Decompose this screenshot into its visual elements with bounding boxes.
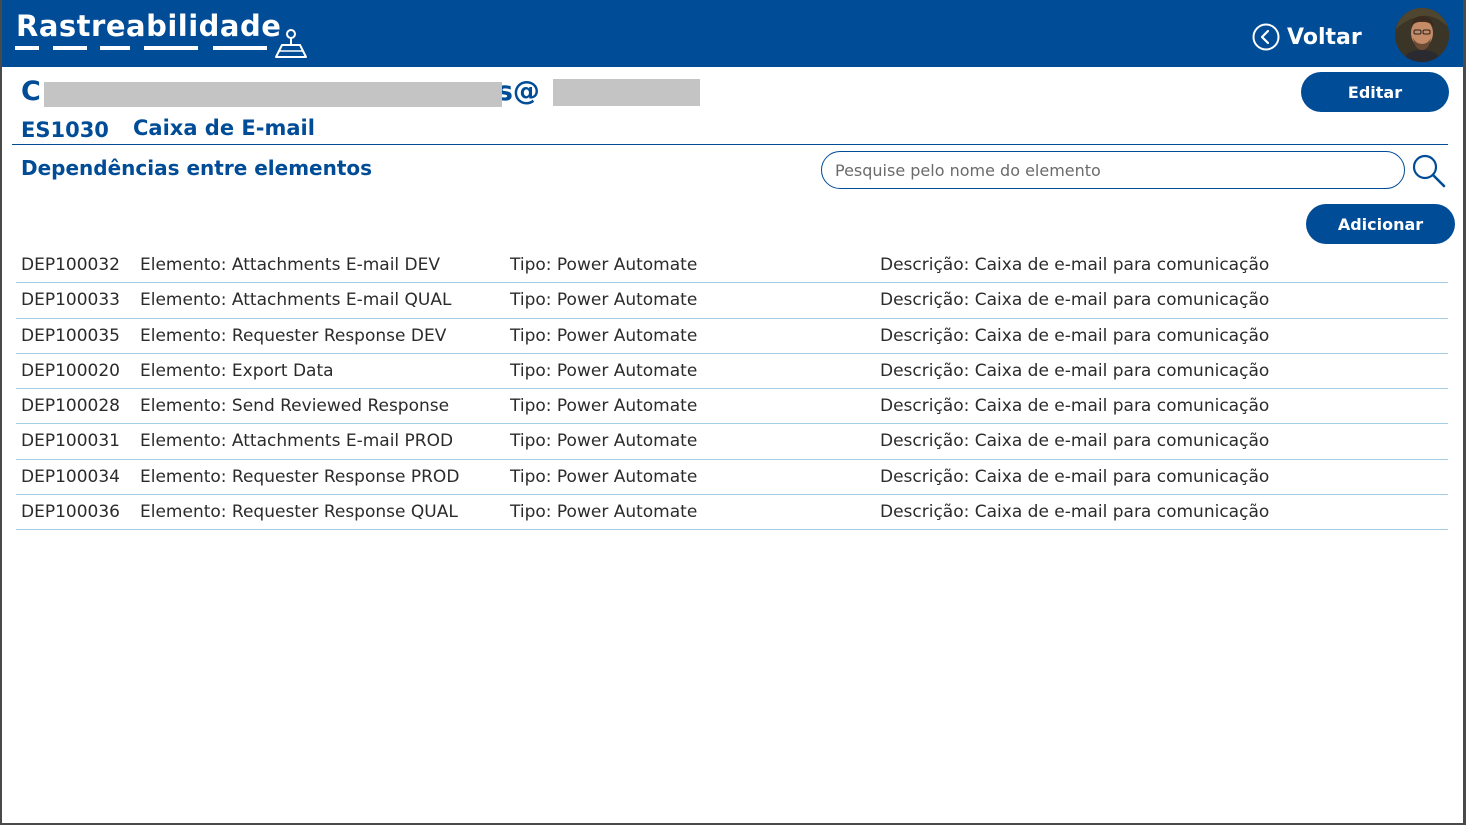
email-title-start: C (21, 76, 41, 107)
dependency-description: Descrição: Caixa de e-mail para comunica… (880, 431, 1270, 452)
email-title-mid: s@ (496, 76, 540, 107)
redacted-block (553, 79, 700, 106)
title-underline-decoration (15, 46, 267, 51)
app-title: Rastreabilidade (16, 9, 282, 43)
dependency-type: Tipo: Power Automate (510, 466, 698, 487)
chevron-left-circle-icon (1252, 23, 1280, 51)
edit-button[interactable]: Editar (1301, 72, 1449, 112)
avatar[interactable] (1395, 8, 1449, 62)
back-button-label: Voltar (1287, 24, 1362, 50)
dependency-type: Tipo: Power Automate (510, 255, 698, 275)
dependency-id: DEP100020 (21, 360, 120, 381)
dependency-list: DEP100032 Elemento: Attachments E-mail D… (16, 248, 1448, 531)
dependency-type: Tipo: Power Automate (510, 396, 698, 417)
dependency-element: Elemento: Attachments E-mail QUAL (140, 290, 452, 311)
dependency-id: DEP100032 (21, 255, 120, 275)
dependency-description: Descrição: Caixa de e-mail para comunica… (880, 502, 1270, 523)
dependency-element: Elemento: Requester Response QUAL (140, 502, 458, 523)
dependency-id: DEP100031 (21, 431, 120, 452)
list-item[interactable]: DEP100032 Elemento: Attachments E-mail D… (16, 248, 1448, 284)
dependency-description: Descrição: Caixa de e-mail para comunica… (880, 290, 1270, 311)
dependency-element: Elemento: Requester Response PROD (140, 466, 460, 487)
back-button[interactable]: Voltar (1252, 22, 1362, 52)
dependency-description: Descrição: Caixa de e-mail para comunica… (880, 255, 1270, 275)
search-icon[interactable] (1410, 152, 1448, 190)
dependency-element: Elemento: Requester Response DEV (140, 325, 447, 346)
dependency-type: Tipo: Power Automate (510, 360, 698, 381)
dependency-element: Elemento: Attachments E-mail DEV (140, 255, 440, 275)
element-code: ES1030 (21, 118, 109, 142)
add-dependency-button[interactable]: Adicionar (1306, 204, 1455, 244)
dependency-description: Descrição: Caixa de e-mail para comunica… (880, 360, 1270, 381)
list-item[interactable]: DEP100031 Elemento: Attachments E-mail P… (16, 424, 1448, 460)
dependency-description: Descrição: Caixa de e-mail para comunica… (880, 466, 1270, 487)
dependency-id: DEP100028 (21, 396, 120, 417)
search-input[interactable] (821, 151, 1405, 189)
list-item[interactable]: DEP100035 Elemento: Requester Response D… (16, 319, 1448, 354)
dependency-type: Tipo: Power Automate (510, 325, 698, 346)
dependency-id: DEP100034 (21, 466, 120, 487)
list-item[interactable]: DEP100020 Elemento: Export Data Tipo: Po… (16, 354, 1448, 390)
dependency-element: Elemento: Export Data (140, 360, 334, 381)
dependency-element: Elemento: Attachments E-mail PROD (140, 431, 454, 452)
dependency-type: Tipo: Power Automate (510, 431, 698, 452)
element-name: Caixa de E-mail (133, 116, 315, 140)
dependency-description: Descrição: Caixa de e-mail para comunica… (880, 396, 1270, 417)
dependency-id: DEP100033 (21, 290, 120, 311)
divider (12, 144, 1448, 145)
section-title: Dependências entre elementos (21, 156, 373, 180)
list-item[interactable]: DEP100034 Elemento: Requester Response P… (16, 460, 1448, 496)
dependency-id: DEP100036 (21, 502, 120, 523)
list-item[interactable]: DEP100036 Elemento: Requester Response Q… (16, 495, 1448, 531)
dependency-type: Tipo: Power Automate (510, 502, 698, 523)
list-item[interactable]: DEP100033 Elemento: Attachments E-mail Q… (16, 283, 1448, 319)
dependency-description: Descrição: Caixa de e-mail para comunica… (880, 325, 1270, 346)
dependency-id: DEP100035 (21, 325, 120, 346)
list-item[interactable]: DEP100028 Elemento: Send Reviewed Respon… (16, 389, 1448, 425)
dependency-type: Tipo: Power Automate (510, 290, 698, 311)
redacted-block (44, 82, 502, 107)
dependency-element: Elemento: Send Reviewed Response (140, 396, 450, 417)
top-bar: Rastreabilidade Voltar (0, 0, 1466, 67)
map-pin-icon (274, 28, 308, 58)
